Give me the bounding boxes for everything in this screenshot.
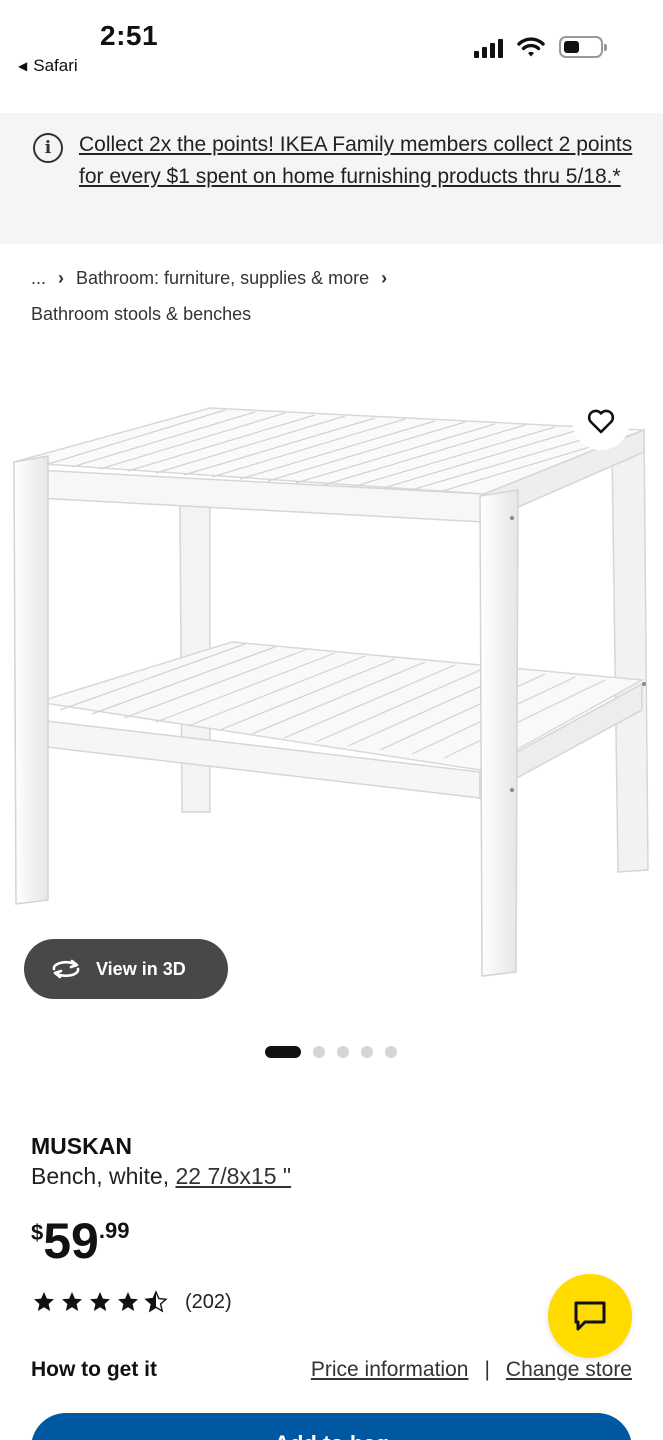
signal-icon	[474, 36, 503, 58]
rotate-3d-icon	[52, 959, 80, 979]
product-description: Bench, white, 22 7/8x15 "	[31, 1163, 291, 1190]
how-to-get-it-heading: How to get it	[31, 1358, 157, 1381]
product-price: $ 59 .99	[31, 1212, 129, 1270]
info-icon: i	[33, 133, 63, 163]
price-currency: $	[31, 1220, 44, 1245]
breadcrumb-chevron-icon: ›	[58, 268, 65, 288]
breadcrumb: ... › Bathroom: furniture, supplies & more…	[31, 260, 641, 332]
product-type-color: Bench, white,	[31, 1163, 170, 1189]
product-rating[interactable]: (202)	[31, 1290, 232, 1314]
star-icon	[90, 1292, 110, 1311]
view-in-3d-label: View in 3D	[96, 958, 186, 979]
back-app-label: Safari	[33, 56, 78, 75]
link-divider: |	[484, 1358, 490, 1381]
price-information-link[interactable]: Price information	[311, 1358, 469, 1382]
promo-banner: i Collect 2x the points! IKEA Family mem…	[0, 113, 663, 244]
star-icon	[62, 1292, 82, 1311]
back-triangle-icon: ◀	[18, 59, 28, 73]
pagination-dot[interactable]	[313, 1046, 325, 1058]
chat-bubble-icon	[574, 1301, 606, 1331]
change-store-link[interactable]: Change store	[506, 1358, 632, 1382]
star-icon	[118, 1292, 138, 1311]
image-pagination	[265, 1046, 397, 1058]
pagination-dot[interactable]	[361, 1046, 373, 1058]
pagination-dot-active[interactable]	[265, 1046, 301, 1058]
status-icons	[474, 36, 607, 58]
view-in-3d-button[interactable]: View in 3D	[24, 939, 228, 999]
pagination-dot[interactable]	[385, 1046, 397, 1058]
heart-icon	[587, 409, 615, 434]
star-icon	[34, 1292, 54, 1311]
add-to-bag-label: Add to bag	[274, 1431, 389, 1440]
status-time: 2:51	[100, 20, 159, 51]
half-star-icon	[144, 1290, 168, 1313]
add-to-bag-button[interactable]: Add to bag	[31, 1413, 632, 1440]
price-integer: 59	[43, 1213, 99, 1269]
breadcrumb-item-bathroom[interactable]: Bathroom: furniture, supplies & more	[76, 268, 369, 288]
breadcrumb-chevron-icon: ›	[381, 268, 388, 288]
battery-icon	[559, 36, 607, 58]
promo-link[interactable]: Collect 2x the points! IKEA Family membe…	[79, 129, 639, 193]
chat-button[interactable]	[548, 1274, 632, 1358]
product-image[interactable]	[0, 380, 663, 1000]
breadcrumb-ellipsis[interactable]: ...	[31, 268, 46, 288]
price-decimal: .99	[98, 1218, 130, 1243]
pagination-dot[interactable]	[337, 1046, 349, 1058]
status-bar: 2:51 ◀ Safari	[0, 0, 663, 112]
product-dimension-link[interactable]: 22 7/8x15 "	[175, 1163, 291, 1189]
rating-count: (202)	[185, 1290, 232, 1313]
fulfillment-links: Price information | Change store	[311, 1358, 632, 1382]
breadcrumb-item-stools-benches[interactable]: Bathroom stools & benches	[31, 304, 251, 324]
back-to-safari[interactable]: ◀ Safari	[18, 56, 78, 76]
favorite-button[interactable]	[572, 392, 630, 450]
wifi-icon	[517, 37, 545, 57]
product-name: MUSKAN	[31, 1133, 132, 1159]
